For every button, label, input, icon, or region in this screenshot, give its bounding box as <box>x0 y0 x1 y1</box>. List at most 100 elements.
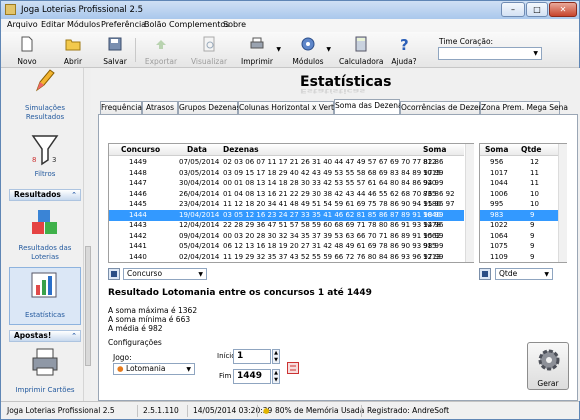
table-row[interactable]: 1447 30/04/2014 00 01 08 13 14 18 28 30 33… <box>109 178 464 189</box>
menu-editar[interactable]: Editar <box>41 20 65 29</box>
table-row[interactable]: 1441 05/04/2014 06 12 13 16 18 19 20 27 31… <box>109 241 464 252</box>
calculadora-button[interactable]: Calculadora <box>339 33 384 67</box>
soma-row[interactable]: 1109 9 <box>480 252 559 263</box>
soma-row[interactable]: 1006 10 <box>480 189 559 200</box>
sidebar-scrollbar[interactable] <box>83 68 91 401</box>
help-question-icon: ? <box>400 36 409 52</box>
sidebar-item-imprimir-cartoes[interactable]: Imprimir Cartões <box>9 346 81 396</box>
table-row[interactable]: 1442 09/04/2014 00 03 20 28 30 32 34 35 37… <box>109 231 464 242</box>
table-row[interactable]: 1445 23/04/2014 11 12 18 20 34 41 48 49 51… <box>109 199 464 210</box>
exportar-button[interactable]: Exportar <box>141 33 181 67</box>
tab-ocorrencias[interactable]: Ocorrências de Dezenas <box>400 101 492 114</box>
table-cell: 02/04/2014 <box>179 252 220 261</box>
collapse-chevron-icon[interactable]: ⌃ <box>71 331 77 341</box>
soma-row[interactable]: 1064 9 <box>480 231 559 242</box>
table-cell: 915 <box>423 242 437 250</box>
soma-row[interactable]: 1044 11 <box>480 178 559 189</box>
col-data[interactable]: Data <box>187 145 207 154</box>
panel-header-apostas[interactable]: Apostas! ⌃ <box>9 330 81 342</box>
soma-grid-scrollbar[interactable] <box>558 144 567 262</box>
export-arrow-icon <box>156 40 166 49</box>
maximize-button[interactable]: □ <box>526 2 548 17</box>
col-concurso[interactable]: Concurso <box>121 145 160 154</box>
sidebar-scroll-thumb[interactable] <box>85 246 91 366</box>
table-row[interactable]: 1448 03/05/2014 03 09 15 17 18 29 40 42 43… <box>109 168 464 179</box>
soma-cell: 1044 <box>490 179 508 187</box>
table-row[interactable]: 1440 02/04/2014 11 19 29 32 35 37 43 52 55… <box>109 252 464 263</box>
fim-stepper[interactable]: ▲ ▼ <box>272 369 280 384</box>
save-soma-button[interactable] <box>479 268 491 280</box>
jogo-select[interactable]: ● Lotomania ▼ <box>113 363 195 375</box>
sidebar-item-estatisticas[interactable]: Estatísticas <box>9 267 81 325</box>
menu-bolao[interactable]: Bolão <box>144 20 166 29</box>
menu-complementos[interactable]: Complementos <box>169 20 229 29</box>
status-separator <box>137 405 138 417</box>
visualizar-button[interactable]: Visualizar <box>189 33 229 67</box>
chevron-down-icon: ▼ <box>198 271 203 278</box>
inicio-input[interactable]: 1 <box>233 349 271 364</box>
order-by-select[interactable]: Concurso ▼ <box>123 268 207 280</box>
pencil-icon <box>35 69 55 92</box>
soma-row[interactable]: 983 9 <box>480 209 559 221</box>
fim-input[interactable]: 1449 <box>233 369 271 384</box>
tab-zona-premiada[interactable]: Zona Prem. Mega Sena <box>480 101 568 114</box>
sidebar-label-imprimir-cartoes: Imprimir Cartões <box>15 386 75 394</box>
soma-order-select[interactable]: Qtde ▼ <box>495 268 553 280</box>
col-soma-total[interactable]: Soma <box>485 145 508 154</box>
col-qtde[interactable]: Qtde <box>521 145 541 154</box>
tab-atrasos[interactable]: Atrasos <box>142 101 178 114</box>
abrir-button[interactable]: Abrir <box>57 33 89 67</box>
col-soma[interactable]: Soma <box>423 145 446 154</box>
table-row[interactable]: 1444 19/04/2014 03 05 12 16 23 24 27 33 35… <box>109 209 464 221</box>
time-coracao-select[interactable]: ▼ <box>438 47 542 60</box>
table-cell: 1213 <box>423 252 441 261</box>
table-row[interactable]: 1446 26/04/2014 01 04 08 13 16 21 22 29 30… <box>109 189 464 200</box>
chevron-down-icon[interactable]: ▼ <box>326 46 331 53</box>
table-row[interactable]: 1443 12/04/2014 22 28 29 36 47 51 57 58 59… <box>109 220 464 231</box>
chevron-down-icon: ▼ <box>186 366 191 373</box>
modulos-button[interactable]: Módulos ▼ <box>291 33 331 67</box>
panel-header-resultados[interactable]: Resultados ⌃ <box>9 189 81 201</box>
tab-frequencia[interactable]: Frequência <box>100 101 142 114</box>
menu-modulos[interactable]: Módulos <box>67 20 100 29</box>
chevron-down-icon[interactable]: ▼ <box>276 46 281 53</box>
ajuda-button[interactable]: ? Ajuda? <box>389 33 419 67</box>
grid-scrollbar[interactable] <box>465 144 474 262</box>
menu-arquivo[interactable]: Arquivo <box>7 20 38 29</box>
table-cell: 05/04/2014 <box>179 242 220 250</box>
table-cell: 23/04/2014 <box>179 200 220 208</box>
tab-grupos-dezenas[interactable]: Grupos Dezenas <box>178 101 241 114</box>
soma-row[interactable]: 1022 9 <box>480 220 559 231</box>
menu-preferencia[interactable]: Preferência <box>101 20 146 29</box>
soma-grid: Soma Qtde 956 12 1017 11 1044 11 1006 10 995 10 98… <box>479 143 567 263</box>
title-bar: Joga Loterias Profissional 2.5 – □ ✕ <box>1 1 579 19</box>
swap-icon[interactable] <box>287 362 299 374</box>
table-row[interactable]: 1449 07/05/2014 02 03 06 07 11 17 21 26 31… <box>109 157 464 168</box>
salvar-button[interactable]: Salvar <box>99 33 131 67</box>
save-grid-button[interactable] <box>108 268 120 280</box>
novo-button[interactable]: Novo <box>11 33 43 67</box>
imprimir-button[interactable]: Imprimir ▼ <box>237 33 281 67</box>
inicio-stepper[interactable]: ▲ ▼ <box>272 349 280 364</box>
table-cell: 1447 <box>129 179 147 187</box>
soma-row[interactable]: 1017 11 <box>480 168 559 179</box>
col-dezenas[interactable]: Dezenas <box>223 145 259 154</box>
result-avg: A média é 982 <box>108 324 163 333</box>
time-coracao-label: Time Coração: <box>439 37 494 46</box>
tab-colunas[interactable]: Colunas Horizontal x Vertical <box>238 101 347 114</box>
tab-soma-dezenas[interactable]: Soma das Dezenas <box>334 99 406 114</box>
sidebar-item-resultados-loterias[interactable]: Resultados das Loterias <box>9 208 81 262</box>
table-cell: 1062 <box>423 231 441 240</box>
gerar-button[interactable]: Gerar <box>527 342 569 390</box>
collapse-chevron-icon[interactable]: ⌃ <box>71 190 77 200</box>
menu-sobre[interactable]: Sobre <box>223 20 246 29</box>
soma-row[interactable]: 1075 9 <box>480 241 559 252</box>
exportar-label: Exportar <box>144 57 178 66</box>
minimize-button[interactable]: – <box>501 2 525 17</box>
sidebar-item-filtros[interactable]: 83 Filtros <box>9 134 81 180</box>
soma-row[interactable]: 995 10 <box>480 199 559 210</box>
sidebar-item-simulacoes[interactable]: Simulações Resultados <box>9 68 81 122</box>
soma-row[interactable]: 956 12 <box>480 157 559 168</box>
table-cell: 1448 <box>129 168 147 177</box>
close-button[interactable]: ✕ <box>549 2 577 17</box>
